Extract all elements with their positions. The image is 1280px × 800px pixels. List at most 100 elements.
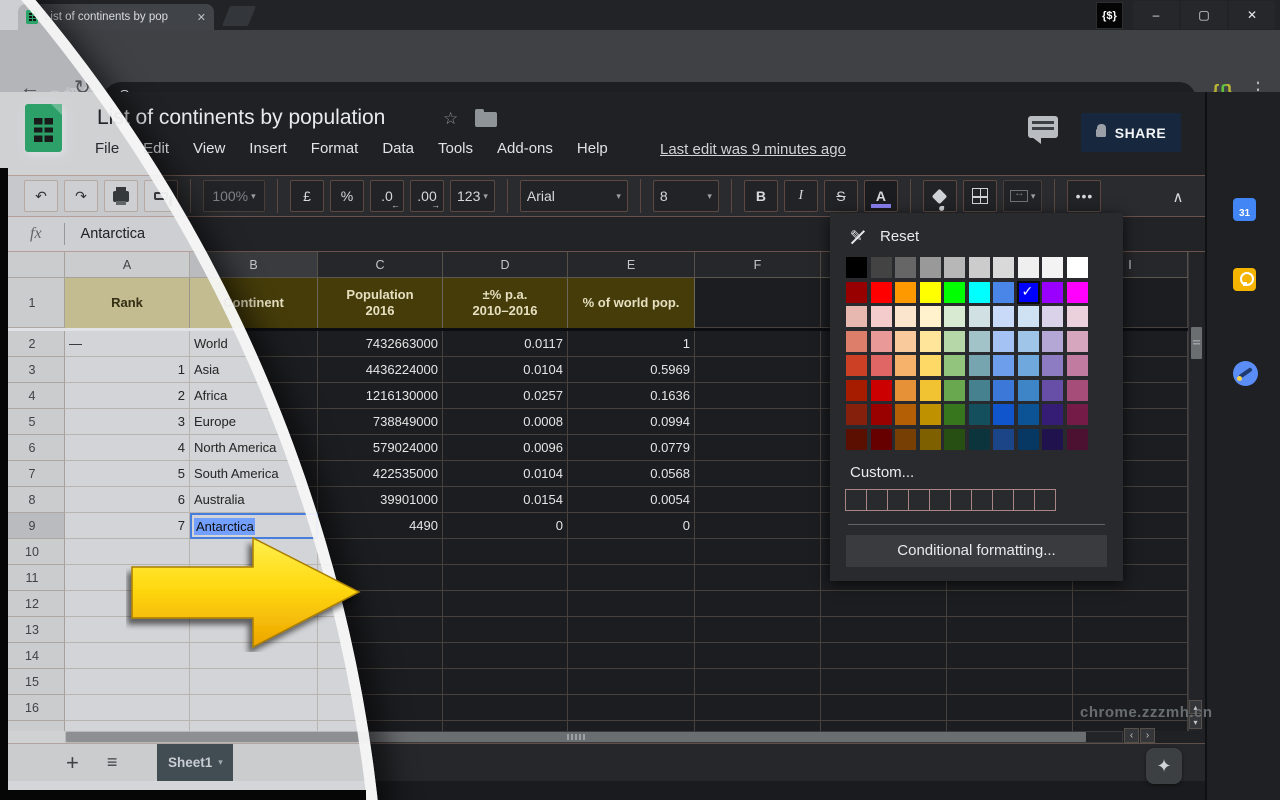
color-swatch-b45f06[interactable]: [895, 404, 916, 425]
cell-D14[interactable]: [443, 643, 568, 669]
vertical-scrollbar-thumb[interactable]: [1191, 327, 1202, 359]
row-header-4[interactable]: 4: [0, 383, 65, 409]
cell-I13[interactable]: [1073, 617, 1188, 643]
tasks-icon[interactable]: [1233, 361, 1258, 386]
new-tab-button[interactable]: [222, 6, 256, 26]
color-swatch-ffe599[interactable]: [920, 331, 941, 352]
cell-H12[interactable]: [947, 591, 1073, 617]
titlebar-extension-badge[interactable]: {$}: [1096, 2, 1123, 29]
custom-color-slot[interactable]: [1034, 489, 1056, 511]
cell-F4[interactable]: [695, 383, 821, 409]
grid-corner-cell[interactable]: [0, 252, 65, 278]
cell-B2[interactable]: World: [190, 331, 318, 357]
cell-F3[interactable]: [695, 357, 821, 383]
color-swatch-7f6000[interactable]: [920, 429, 941, 450]
custom-colors-label[interactable]: Custom...: [850, 464, 1107, 481]
horizontal-scrollbar-thumb[interactable]: [66, 732, 1086, 742]
currency-format-button[interactable]: £: [290, 180, 324, 212]
color-swatch-741b47[interactable]: [1067, 404, 1088, 425]
cell-F6[interactable]: [695, 435, 821, 461]
text-color-button[interactable]: A: [864, 180, 898, 212]
color-swatch-351c75[interactable]: [1042, 404, 1063, 425]
color-swatch-45818e[interactable]: [969, 380, 990, 401]
strikethrough-button[interactable]: S: [824, 180, 858, 212]
cell-F10[interactable]: [695, 539, 821, 565]
calendar-icon[interactable]: 31: [1233, 198, 1256, 221]
color-swatch-e69138[interactable]: [895, 380, 916, 401]
cell-E5[interactable]: 0.0994: [568, 409, 695, 435]
color-swatch-134f5c[interactable]: [969, 404, 990, 425]
cell-C8[interactable]: 39901000: [318, 487, 443, 513]
cell-B1[interactable]: Continent: [190, 278, 318, 328]
cell-E11[interactable]: [568, 565, 695, 591]
color-swatch-ffd966[interactable]: [920, 355, 941, 376]
menu-edit[interactable]: Edit: [143, 140, 169, 157]
color-swatch-8e7cc3[interactable]: [1042, 355, 1063, 376]
cell-A5[interactable]: 3: [65, 409, 190, 435]
color-swatch-c27ba0[interactable]: [1067, 355, 1088, 376]
row-header-6[interactable]: 6: [0, 435, 65, 461]
color-swatch-cc0000[interactable]: [871, 380, 892, 401]
menu-file[interactable]: File: [95, 140, 119, 157]
color-swatch-f3f3f3[interactable]: [1042, 257, 1063, 278]
cell-H15[interactable]: [947, 669, 1073, 695]
keep-icon[interactable]: [1233, 268, 1256, 291]
color-swatch-999999[interactable]: [920, 257, 941, 278]
color-swatch-4a86e8[interactable]: [993, 282, 1014, 303]
cell-G16[interactable]: [821, 695, 947, 721]
move-folder-icon[interactable]: [475, 112, 497, 127]
column-header-E[interactable]: E: [568, 252, 695, 278]
cell-B3[interactable]: Asia: [190, 357, 318, 383]
color-swatch-20124d[interactable]: [1042, 429, 1063, 450]
color-swatch-674ea7[interactable]: [1042, 380, 1063, 401]
cell-D12[interactable]: [443, 591, 568, 617]
paint-format-button[interactable]: [144, 180, 178, 212]
cell-A6[interactable]: 4: [65, 435, 190, 461]
increase-decimal-button[interactable]: .00→: [410, 180, 444, 212]
color-swatch-a61c00[interactable]: [846, 380, 867, 401]
color-swatch-cc4125[interactable]: [846, 355, 867, 376]
row-header-7[interactable]: 7: [0, 461, 65, 487]
borders-button[interactable]: [963, 180, 997, 212]
color-swatch-073763[interactable]: [1018, 429, 1039, 450]
color-swatch-cfe2f3[interactable]: [1018, 306, 1039, 327]
sheet-tab-menu-icon[interactable]: ▾: [218, 757, 223, 768]
cell-F5[interactable]: [695, 409, 821, 435]
row-header-15[interactable]: 15: [0, 669, 65, 695]
menu-view[interactable]: View: [193, 140, 225, 157]
sheets-logo[interactable]: [25, 104, 62, 152]
color-swatch-d9d9d9[interactable]: [993, 257, 1014, 278]
color-swatch-ff0000[interactable]: [871, 282, 892, 303]
color-swatch-990000[interactable]: [871, 404, 892, 425]
cell-C5[interactable]: 738849000: [318, 409, 443, 435]
collapse-toolbar-button[interactable]: ∧: [1160, 182, 1196, 212]
row-header-3[interactable]: 3: [0, 357, 65, 383]
cell-A3[interactable]: 1: [65, 357, 190, 383]
reset-color-item[interactable]: Reset: [850, 228, 1107, 245]
cell-D8[interactable]: 0.0154: [443, 487, 568, 513]
cell-C1[interactable]: Population 2016: [318, 278, 443, 328]
menu-data[interactable]: Data: [382, 140, 414, 157]
cell-A4[interactable]: 2: [65, 383, 190, 409]
cell-F7[interactable]: [695, 461, 821, 487]
cell-D11[interactable]: [443, 565, 568, 591]
cell-H16[interactable]: [947, 695, 1073, 721]
color-swatch-d5a6bd[interactable]: [1067, 331, 1088, 352]
cell-C16[interactable]: [318, 695, 443, 721]
row-header-2[interactable]: 2: [0, 331, 65, 357]
color-swatch-ffffff[interactable]: [1067, 257, 1088, 278]
custom-color-slot[interactable]: [866, 489, 888, 511]
color-swatch-efefef[interactable]: [1018, 257, 1039, 278]
italic-button[interactable]: I: [784, 180, 818, 212]
color-swatch-ff00ff[interactable]: [1067, 282, 1088, 303]
cell-E10[interactable]: [568, 539, 695, 565]
cell-C2[interactable]: 7432663000: [318, 331, 443, 357]
cell-C15[interactable]: [318, 669, 443, 695]
custom-color-slot[interactable]: [971, 489, 993, 511]
cell-C7[interactable]: 422535000: [318, 461, 443, 487]
cell-H13[interactable]: [947, 617, 1073, 643]
all-sheets-button[interactable]: ≡: [107, 752, 118, 773]
cell-D7[interactable]: 0.0104: [443, 461, 568, 487]
formula-bar-value[interactable]: Antarctica: [81, 226, 145, 242]
cell-E4[interactable]: 0.1636: [568, 383, 695, 409]
